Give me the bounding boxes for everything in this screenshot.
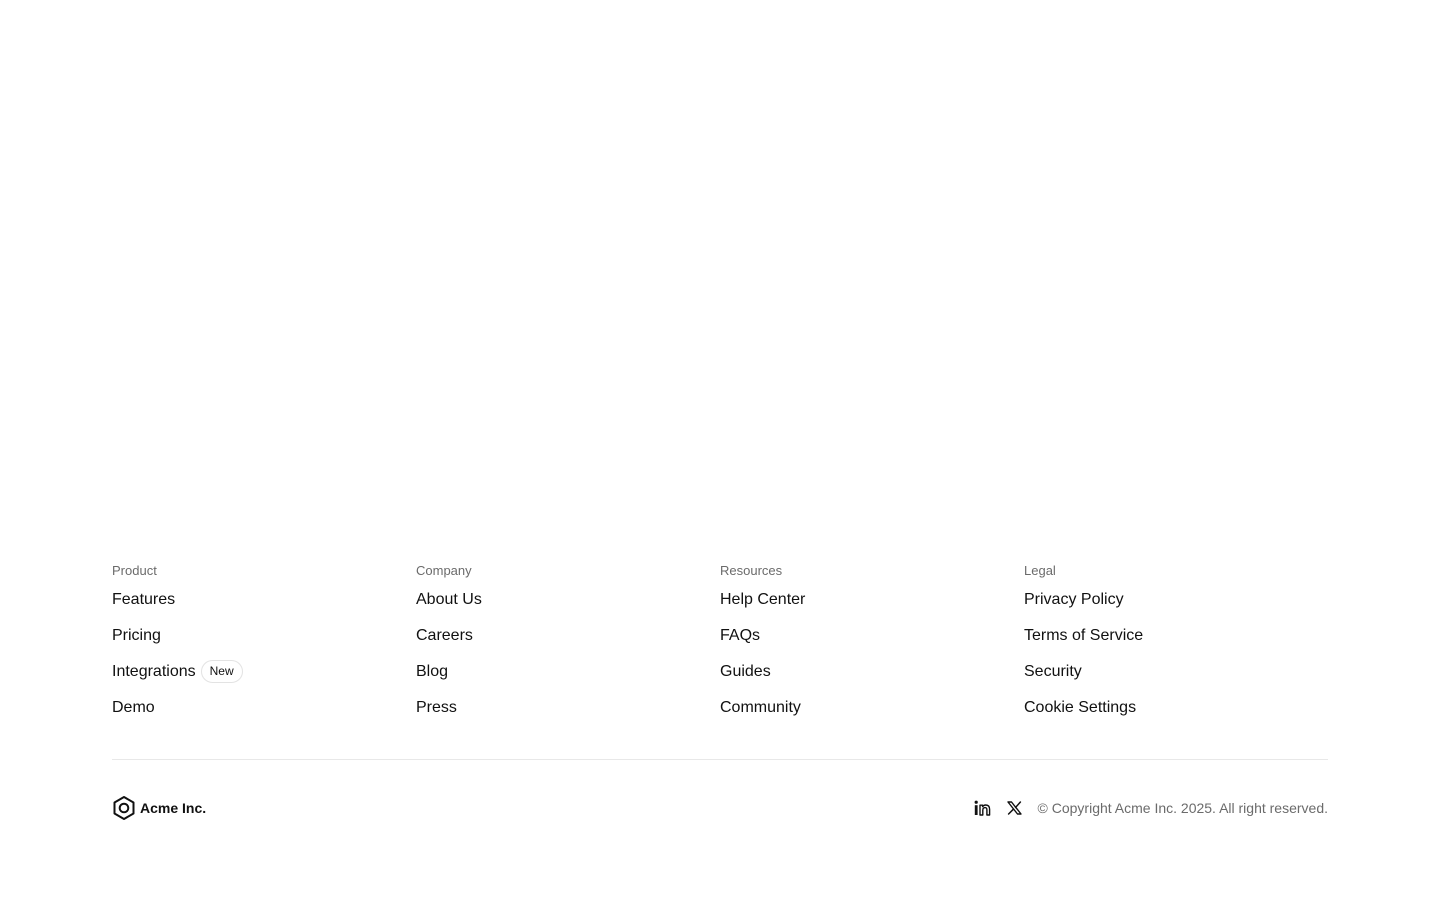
link-list: About Us Careers Blog Press — [416, 590, 720, 734]
footer-columns: Product Features Pricing Integrations Ne… — [112, 562, 1328, 734]
list-item: Careers — [416, 626, 720, 662]
link-demo[interactable]: Demo — [112, 698, 155, 718]
list-item: Blog — [416, 662, 720, 698]
list-item: Help Center — [720, 590, 1024, 626]
footer-column-legal: Legal Privacy Policy Terms of Service Se… — [1024, 562, 1328, 734]
hexagon-logo-icon — [112, 795, 136, 821]
list-item: Community — [720, 698, 1024, 734]
footer-bottom-bar: Acme Inc. © Copyright Acme Inc. 2025. Al… — [112, 795, 1328, 821]
link-blog[interactable]: Blog — [416, 662, 448, 682]
list-item: Terms of Service — [1024, 626, 1328, 662]
list-item: Privacy Policy — [1024, 590, 1328, 626]
list-item: Demo — [112, 698, 416, 734]
footer-meta: © Copyright Acme Inc. 2025. All right re… — [974, 799, 1328, 817]
link-security[interactable]: Security — [1024, 662, 1082, 682]
link-integrations[interactable]: Integrations — [112, 662, 196, 682]
link-community[interactable]: Community — [720, 698, 801, 718]
list-item: Guides — [720, 662, 1024, 698]
footer-divider — [112, 759, 1328, 760]
brand[interactable]: Acme Inc. — [112, 795, 206, 821]
list-item: Integrations New — [112, 660, 416, 698]
link-privacy-policy[interactable]: Privacy Policy — [1024, 590, 1124, 610]
link-faqs[interactable]: FAQs — [720, 626, 760, 646]
link-terms-of-service[interactable]: Terms of Service — [1024, 626, 1143, 646]
list-item: FAQs — [720, 626, 1024, 662]
footer-column-company: Company About Us Careers Blog Press — [416, 562, 720, 734]
list-item: Security — [1024, 662, 1328, 698]
list-item: Press — [416, 698, 720, 734]
link-help-center[interactable]: Help Center — [720, 590, 805, 610]
footer-column-product: Product Features Pricing Integrations Ne… — [112, 562, 416, 734]
list-item: Cookie Settings — [1024, 698, 1328, 734]
site-footer: Product Features Pricing Integrations Ne… — [112, 562, 1328, 734]
column-heading: Legal — [1024, 563, 1056, 578]
link-careers[interactable]: Careers — [416, 626, 473, 646]
link-list: Privacy Policy Terms of Service Security… — [1024, 590, 1328, 734]
copyright-text: © Copyright Acme Inc. 2025. All right re… — [1037, 800, 1328, 816]
new-badge: New — [200, 660, 243, 683]
link-press[interactable]: Press — [416, 698, 457, 718]
brand-name: Acme Inc. — [140, 800, 207, 816]
x-icon[interactable] — [1006, 799, 1024, 817]
link-guides[interactable]: Guides — [720, 662, 771, 682]
linkedin-icon[interactable] — [974, 799, 992, 817]
list-item: About Us — [416, 590, 720, 626]
link-list: Features Pricing Integrations New Demo — [112, 590, 416, 734]
link-features[interactable]: Features — [112, 590, 175, 610]
link-cookie-settings[interactable]: Cookie Settings — [1024, 698, 1136, 718]
column-heading: Company — [416, 563, 472, 578]
page: Product Features Pricing Integrations Ne… — [0, 0, 1440, 900]
link-about-us[interactable]: About Us — [416, 590, 482, 610]
list-item: Pricing — [112, 626, 416, 662]
column-heading: Product — [112, 563, 157, 578]
link-list: Help Center FAQs Guides Community — [720, 590, 1024, 734]
footer-column-resources: Resources Help Center FAQs Guides Commun… — [720, 562, 1024, 734]
list-item: Features — [112, 590, 416, 626]
column-heading: Resources — [720, 563, 783, 578]
link-pricing[interactable]: Pricing — [112, 626, 161, 646]
